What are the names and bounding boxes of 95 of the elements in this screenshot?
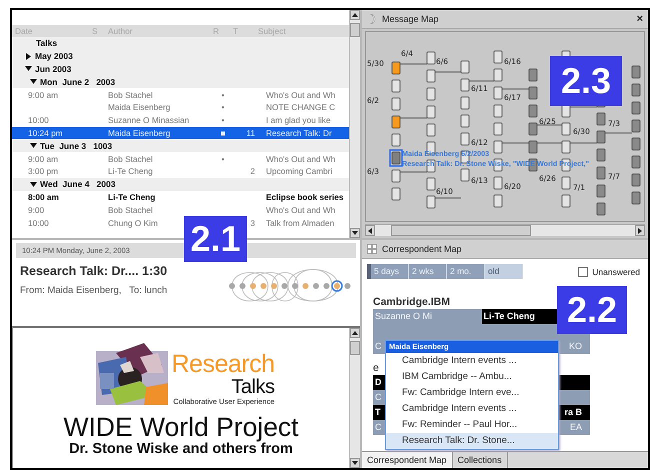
- message-row[interactable]: 8:00 am Li-Te Cheng Eclipse book series: [12, 190, 349, 204]
- group-label: Cambridge.IBM: [373, 296, 450, 308]
- checkbox-label[interactable]: Unanswered: [592, 266, 640, 276]
- menu-item[interactable]: Fw: Reminder -- Paul Hor...: [386, 417, 558, 433]
- scroll-thumb[interactable]: [350, 341, 360, 355]
- time-cell-text: 10:00: [27, 115, 50, 126]
- message-row[interactable]: 9:00 Bob Stachel Who's Out and Wh: [12, 203, 349, 216]
- disclosure-triangle-icon[interactable]: [25, 65, 32, 72]
- time-cell-text: 8:00 am: [27, 192, 60, 202]
- read-mark: •: [220, 102, 226, 112]
- logo-title: Research: [172, 352, 274, 376]
- subject-cell-text: I am glad you like: [265, 115, 332, 126]
- scroll-thumb[interactable]: [350, 23, 360, 37]
- vertical-scrollbar[interactable]: [349, 328, 360, 468]
- time-range-tab[interactable]: 5 days: [371, 264, 409, 279]
- thread-count: 11: [245, 128, 256, 138]
- subject-cell-text: Who's Out and Wh: [265, 90, 336, 100]
- author-cell-text: Bob Stachel: [108, 204, 154, 215]
- subject-cell-text: Who's Out and Wh: [265, 154, 336, 164]
- callout-tooltip: 2.1: [184, 216, 247, 262]
- message-row[interactable]: 10:00 Suzanne O Minassian • I am glad you like: [12, 114, 349, 127]
- panel-title: Message Map: [382, 14, 440, 24]
- checkbox[interactable]: [578, 266, 588, 276]
- message-row[interactable]: 10:24 pm Maida Eisenberg ■ 11 Research Talk: Dr: [12, 126, 349, 140]
- group-label[interactable]: Talks: [36, 38, 58, 48]
- thread-count: 3: [249, 218, 256, 228]
- author-cell-text: Suzanne O Minassian: [108, 115, 190, 126]
- message-sender: From: Maida Eisenberg, To: lunch: [20, 285, 168, 296]
- group-label[interactable]: Jun 2003: [35, 64, 72, 74]
- subject-cell-text: Who's Out and Wh: [265, 204, 336, 215]
- time-cell-text: 9:00 am: [27, 90, 59, 100]
- scroll-up-button[interactable]: [350, 10, 360, 20]
- read-mark: ■: [219, 128, 226, 138]
- body-subheading: Dr. Stone Wiske and others from: [69, 442, 293, 458]
- time-cell-text: 10:00: [27, 218, 50, 228]
- disclosure-triangle-icon[interactable]: [30, 180, 37, 188]
- group-label[interactable]: Tue June 3 1003: [40, 140, 112, 151]
- group-label[interactable]: Mon June 2 2003: [40, 76, 116, 87]
- correspondent-cell[interactable]: Suzanne O Mi: [373, 309, 482, 324]
- panel-tab[interactable]: Collections: [452, 452, 508, 468]
- time-cell-text: 9:00: [27, 204, 46, 215]
- subject-cell-text: Talk from Almaden: [265, 218, 336, 228]
- read-mark: •: [220, 154, 226, 164]
- body-heading: WIDE World Project: [63, 413, 299, 442]
- subject-cell-text: NOTE CHANGE C: [265, 102, 336, 112]
- grid-icon: [367, 244, 377, 254]
- read-mark: •: [220, 115, 226, 126]
- scroll-thumb[interactable]: [391, 225, 531, 236]
- moon-icon: [367, 14, 377, 24]
- message-row[interactable]: 3:00 pm Li-Te Cheng 2 Upcoming Cambri: [12, 164, 349, 178]
- scroll-down-button[interactable]: [350, 458, 360, 468]
- close-button[interactable]: ×: [636, 13, 643, 25]
- thread-count: 2: [249, 166, 256, 176]
- menu-item[interactable]: IBM Cambridge -- Ambu...: [386, 369, 558, 385]
- author-cell-text: Li-Te Cheng: [108, 192, 156, 202]
- vertical-scrollbar[interactable]: [349, 10, 360, 238]
- disclosure-triangle-icon[interactable]: [30, 78, 37, 86]
- group-label[interactable]: May 2003: [35, 51, 73, 62]
- author-cell-text: Li-Te Cheng: [108, 166, 154, 176]
- range-marker: [367, 264, 371, 279]
- disclosure-triangle-icon[interactable]: [30, 142, 37, 150]
- callout-tooltip: 2.3: [550, 56, 622, 106]
- message-row[interactable]: 9:00 am Bob Stachel • Who's Out and Wh: [12, 152, 349, 165]
- panel-tab[interactable]: Correspondent Map: [362, 452, 453, 468]
- logo-subtitle: Talks: [231, 376, 274, 396]
- time-cell-text: 9:00 am: [27, 154, 59, 164]
- read-mark: •: [220, 90, 226, 100]
- time-cell-text: 10:24 pm: [27, 128, 64, 138]
- scroll-right-button[interactable]: [635, 225, 645, 236]
- panel-title: Correspondent Map: [382, 244, 462, 254]
- menu-item[interactable]: Research Talk: Dr. Stone...: [386, 433, 558, 449]
- menu-item[interactable]: Fw: Cambridge Intern eve...: [386, 385, 558, 401]
- message-row[interactable]: Maida Eisenberg • NOTE CHANGE C: [12, 100, 349, 114]
- author-cell-text: Maida Eisenberg: [108, 128, 172, 138]
- horizontal-scrollbar[interactable]: [365, 224, 645, 236]
- group-label: e: [373, 362, 379, 374]
- menu-item[interactable]: Cambridge Intern events ...: [386, 401, 558, 417]
- author-cell-text: Bob Stachel: [108, 154, 154, 164]
- scroll-down-button[interactable]: [350, 228, 360, 238]
- group-label[interactable]: Wed June 4 2003: [40, 179, 116, 190]
- scroll-left-button[interactable]: [365, 225, 375, 236]
- message-row[interactable]: 9:00 am Bob Stachel • Who's Out and Wh: [12, 88, 349, 101]
- message-subject: Research Talk: Dr.... 1:30: [20, 264, 168, 278]
- subject-cell-text: Research Talk: Dr: [265, 128, 333, 138]
- author-cell-text: Bob Stachel: [108, 90, 154, 100]
- author-cell-text: Chung O Kim: [108, 218, 159, 228]
- callout-tooltip: 2.2: [557, 286, 627, 334]
- subject-cell-text: Upcoming Cambri: [265, 166, 334, 176]
- time-cell-text: 3:00 pm: [27, 166, 59, 176]
- disclosure-triangle-icon[interactable]: [25, 52, 32, 60]
- scroll-up-button[interactable]: [350, 328, 360, 338]
- subject-cell-text: Eclipse book series: [265, 192, 344, 202]
- author-cell-text: Maida Eisenberg: [108, 102, 172, 112]
- menu-item[interactable]: Cambridge Intern events ...: [386, 353, 558, 369]
- time-range-tab[interactable]: old: [485, 264, 523, 279]
